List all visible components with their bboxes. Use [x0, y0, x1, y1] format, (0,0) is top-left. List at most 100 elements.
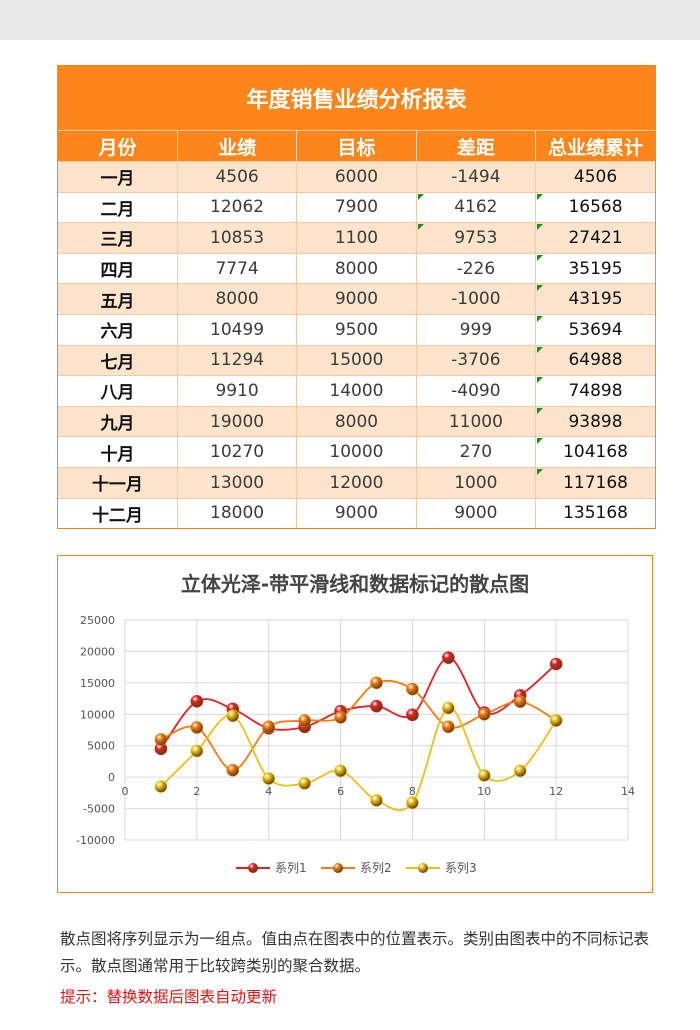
table-cell[interactable]: 9000 [415, 497, 536, 529]
top-bar [0, 0, 700, 40]
error-indicator-icon [537, 438, 544, 445]
table-cell[interactable]: 四月 [58, 252, 178, 284]
table-cell[interactable]: 9000 [296, 283, 417, 315]
table-cell[interactable]: 8000 [296, 405, 417, 437]
table-cell[interactable]: -4090 [415, 375, 536, 407]
cell-value: 6000 [334, 166, 379, 187]
table-cell[interactable]: 15000 [296, 344, 417, 376]
table-cell[interactable]: 八月 [58, 375, 178, 407]
column-header: 业绩 [176, 130, 297, 162]
table-cell[interactable]: 18000 [176, 497, 297, 529]
table-cell[interactable]: 16568 [535, 191, 655, 223]
report-title: 年度销售业绩分析报表 [58, 66, 655, 131]
table-cell[interactable]: 270 [415, 436, 536, 468]
series-line-1 [160, 656, 557, 750]
table-cell[interactable]: 10270 [176, 436, 297, 468]
table-cell[interactable]: 12062 [176, 191, 297, 223]
table-row: 七月 11294 15000 -3706 64988 [58, 344, 655, 376]
table-cell[interactable]: 9910 [176, 375, 297, 407]
table-cell[interactable]: 七月 [58, 344, 178, 376]
table-cell[interactable]: 13000 [176, 466, 297, 499]
data-point [154, 733, 168, 746]
cell-value: 二月 [100, 199, 135, 220]
cell-value: 1100 [334, 227, 379, 248]
data-point [442, 651, 455, 665]
error-indicator-icon [417, 224, 424, 231]
table-cell[interactable]: 1000 [415, 466, 536, 499]
x-tick-label: 2 [193, 785, 200, 798]
legend-marker-icon [418, 863, 428, 873]
table-cell[interactable]: 104168 [535, 436, 655, 468]
table-cell[interactable]: 999 [415, 313, 536, 346]
data-point [513, 764, 527, 778]
table-cell[interactable]: 二月 [58, 191, 178, 223]
cell-value: 九月 [100, 414, 135, 435]
table-cell[interactable]: 9753 [415, 222, 536, 254]
table-cell[interactable]: 11000 [415, 405, 536, 437]
table-cell[interactable]: 10499 [176, 313, 297, 346]
table-cell[interactable]: 27421 [535, 222, 655, 254]
table-cell[interactable]: 六月 [58, 313, 178, 346]
table-cell[interactable]: -3706 [415, 344, 536, 376]
table-cell[interactable]: 十月 [58, 436, 178, 468]
data-point [334, 711, 347, 724]
data-point [262, 720, 276, 734]
table-cell[interactable]: -1000 [415, 283, 536, 315]
table-cell[interactable]: 117168 [535, 466, 655, 499]
table-cell[interactable]: 19000 [176, 405, 297, 437]
table-cell[interactable]: 135168 [535, 497, 655, 529]
table-cell[interactable]: 9500 [296, 313, 417, 346]
error-indicator-icon [537, 224, 544, 231]
table-cell[interactable]: 1100 [296, 222, 417, 254]
table-cell[interactable]: 7900 [296, 191, 417, 223]
table-cell[interactable]: 4162 [415, 191, 536, 223]
table-row: 五月 8000 9000 -1000 43195 [58, 283, 655, 315]
table-cell[interactable]: 43195 [535, 283, 655, 315]
table-cell[interactable]: 11294 [176, 344, 297, 376]
table-cell[interactable]: 74898 [535, 375, 655, 407]
table-cell[interactable]: 7774 [176, 252, 297, 284]
scatter-chart: 25000 20000 15000 10000 5000 0 -5000 -10000 0 2 4 6… [76, 614, 635, 875]
table-cell[interactable]: 十一月 [58, 466, 178, 499]
y-tick-label: 10000 [80, 708, 115, 721]
table-row: 八月 9910 14000 -4090 74898 [58, 375, 655, 407]
table-cell[interactable]: 8000 [296, 252, 417, 284]
table-cell[interactable]: 10000 [296, 436, 417, 468]
table-cell[interactable]: 4506 [176, 161, 297, 193]
error-indicator-icon [537, 254, 544, 261]
table-cell[interactable]: 14000 [296, 375, 417, 407]
legend-marker-icon [333, 863, 343, 873]
error-indicator-icon [537, 315, 544, 322]
table-cell[interactable]: 一月 [58, 161, 178, 193]
table-cell[interactable]: 53694 [535, 313, 655, 346]
cell-value: 8000 [334, 411, 379, 432]
x-tick-label: 12 [549, 785, 563, 798]
table-cell[interactable]: 9000 [296, 497, 417, 529]
table-cell[interactable]: 4506 [535, 161, 655, 193]
table-cell[interactable]: 8000 [176, 283, 297, 315]
table-cell[interactable]: 九月 [58, 405, 178, 437]
data-point [334, 764, 347, 778]
cell-value: 9000 [334, 503, 379, 524]
table-cell[interactable]: 三月 [58, 222, 178, 254]
cell-value: 15000 [329, 350, 384, 371]
table-cell[interactable]: -1494 [415, 161, 536, 193]
table-cell[interactable]: 10853 [176, 222, 297, 254]
y-tick-label: 5000 [87, 740, 115, 753]
table-cell[interactable]: 35195 [535, 252, 655, 284]
cell-value: 9000 [334, 289, 379, 310]
cell-value: 74898 [568, 380, 623, 401]
table-cell[interactable]: 6000 [296, 161, 417, 193]
table-cell[interactable]: -226 [415, 252, 536, 284]
cell-value: 10853 [210, 227, 265, 248]
cell-value: 4506 [215, 166, 259, 187]
table-cell[interactable]: 十二月 [58, 497, 178, 529]
cell-value: 五月 [100, 291, 135, 312]
table-cell[interactable]: 64988 [535, 344, 655, 376]
table-cell[interactable]: 五月 [58, 283, 178, 315]
cell-value: 8000 [334, 258, 379, 279]
table-cell[interactable]: 93898 [535, 405, 655, 437]
cell-value: 16568 [568, 197, 623, 218]
cell-value: 104168 [563, 442, 628, 463]
table-cell[interactable]: 12000 [296, 466, 417, 499]
